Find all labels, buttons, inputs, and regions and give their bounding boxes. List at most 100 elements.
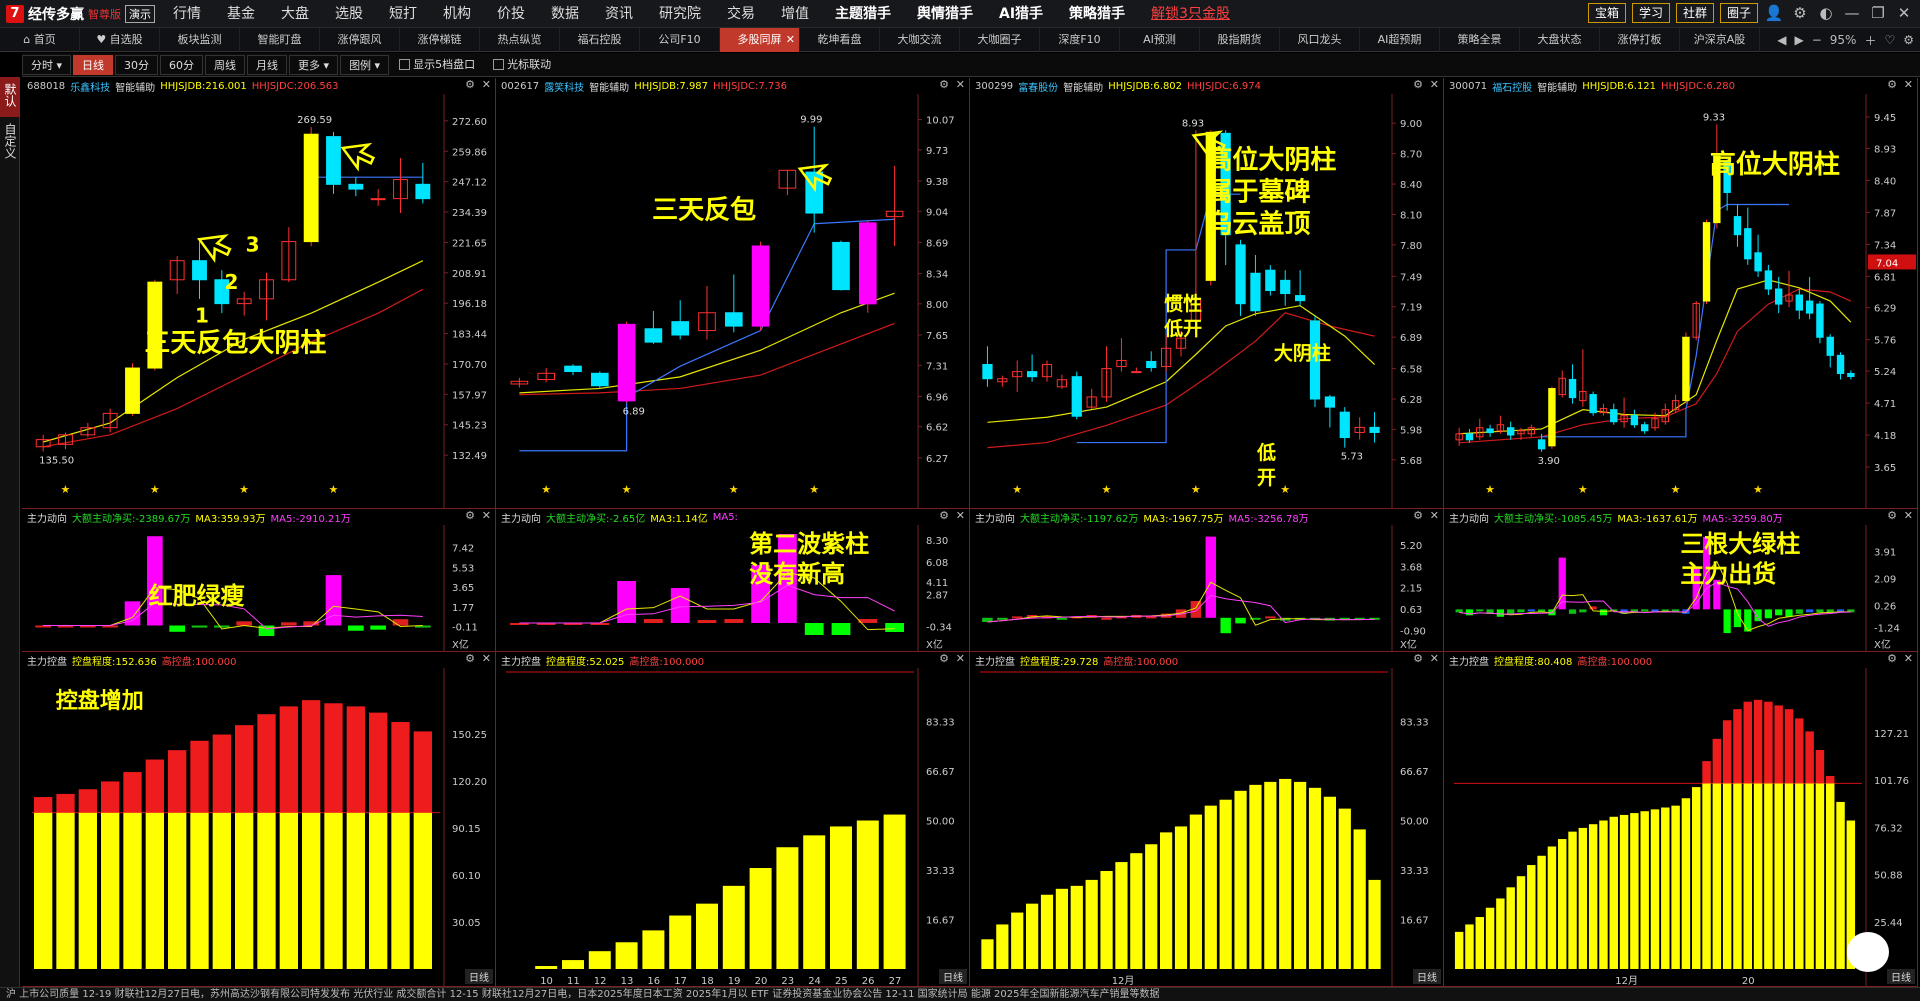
settings-icon[interactable]: ⚙: [939, 509, 949, 522]
close-tab-icon[interactable]: ✕: [786, 28, 795, 52]
control-level-pane[interactable]: 主力控盘 控盘程度:152.636 高控盘:100.000 ⚙ ✕ 150.25 120.2…: [22, 652, 496, 987]
period-button[interactable]: 更多 ▾: [289, 54, 339, 75]
day-period-button[interactable]: 日线: [1887, 969, 1915, 984]
menu-item[interactable]: 大盘: [268, 0, 322, 28]
show-order-book-checkbox[interactable]: 显示5档盘口: [391, 55, 483, 75]
close-icon[interactable]: ✕: [482, 78, 491, 91]
tab-item[interactable]: 热点纵览: [480, 27, 560, 52]
capital-flow-pane[interactable]: 主力动向 大额主动净买:-2389.67万 MA3:359.93万 MA5:-2910…: [22, 509, 496, 652]
control-level-pane[interactable]: 主力控盘 控盘程度:29.728 高控盘:100.000 ⚙ ✕ 83.33 66.67 50…: [970, 652, 1444, 987]
menu-item[interactable]: 增值: [768, 0, 822, 28]
top-button[interactable]: 圈子: [1719, 3, 1758, 23]
price-chart-pane[interactable]: 300299 富春股份 智能辅助 HHJSJDB:6.802 HHJSJDC:6.974…: [970, 78, 1444, 509]
day-period-button[interactable]: 日线: [939, 969, 967, 984]
menu-item[interactable]: 研究院: [646, 0, 714, 28]
tab-item[interactable]: 涨停梯链: [400, 27, 480, 52]
close-icon[interactable]: ✕: [1430, 78, 1439, 91]
sidebar-item-custom[interactable]: 自定义: [0, 117, 20, 169]
favorite-icon[interactable]: ♡: [1884, 33, 1895, 47]
close-icon[interactable]: ✕: [1430, 652, 1439, 665]
tab-item[interactable]: 福石控股: [560, 27, 640, 52]
menu-item[interactable]: 交易: [714, 0, 768, 28]
stock-name[interactable]: 富春股份: [1018, 79, 1058, 94]
menu-item[interactable]: 行情: [160, 0, 214, 28]
tab-item[interactable]: 策略全景: [1440, 27, 1520, 52]
minimize-icon[interactable]: —: [1842, 4, 1862, 22]
top-button[interactable]: 学习: [1631, 3, 1670, 23]
tab-item[interactable]: 大盘状态: [1520, 27, 1600, 52]
capital-flow-pane[interactable]: 主力动向 大额主动净买:-1085.45万 MA3:-1637.61万 MA5:-32…: [1444, 509, 1918, 652]
menu-item[interactable]: 舆情猎手: [904, 0, 986, 28]
assistant-mascot-icon[interactable]: [1847, 932, 1889, 972]
stock-name[interactable]: 乐鑫科技: [70, 79, 110, 94]
settings-icon[interactable]: ⚙: [1413, 509, 1423, 522]
user-icon[interactable]: 👤: [1764, 4, 1784, 22]
tab-item[interactable]: ♥ 自选股: [80, 27, 160, 52]
menu-item[interactable]: 选股: [322, 0, 376, 28]
price-chart-pane[interactable]: 300071 福石控股 智能辅助 HHJSJDB:6.121 HHJSJDC:6.280…: [1444, 78, 1918, 509]
menu-item[interactable]: 机构: [430, 0, 484, 28]
day-period-button[interactable]: 日线: [465, 969, 493, 984]
restore-icon[interactable]: ❐: [1868, 4, 1888, 22]
tab-item[interactable]: 涨停打板: [1600, 27, 1680, 52]
settings-icon[interactable]: ⚙: [939, 652, 949, 665]
settings-icon[interactable]: ⚙: [939, 78, 949, 91]
capital-flow-pane[interactable]: 主力动向 大额主动净买:-1197.62万 MA3:-1967.75万 MA5:-32…: [970, 509, 1444, 652]
settings-icon[interactable]: ⚙: [1903, 33, 1914, 47]
close-icon[interactable]: ✕: [482, 509, 491, 522]
close-icon[interactable]: ✕: [956, 652, 965, 665]
menu-item[interactable]: 短打: [376, 0, 430, 28]
tab-item[interactable]: 沪深京A股: [1680, 27, 1760, 52]
settings-icon[interactable]: ⚙: [465, 652, 475, 665]
close-icon[interactable]: ✕: [956, 78, 965, 91]
tab-item[interactable]: 大咖交流: [880, 27, 960, 52]
menu-item[interactable]: 策略猎手: [1056, 0, 1138, 28]
tab-item[interactable]: 深度F10: [1040, 27, 1120, 52]
settings-icon[interactable]: ⚙: [1413, 78, 1423, 91]
stock-name[interactable]: 露笑科技: [544, 79, 584, 94]
close-icon[interactable]: ✕: [1904, 652, 1913, 665]
cursor-link-checkbox[interactable]: 光标联动: [485, 55, 559, 75]
zoom-out-icon[interactable]: −: [1812, 33, 1822, 47]
tab-item[interactable]: 风口龙头: [1280, 27, 1360, 52]
settings-icon[interactable]: ⚙: [465, 509, 475, 522]
settings-icon[interactable]: ⚙: [465, 78, 475, 91]
capital-flow-pane[interactable]: 主力动向 大额主动净买:-2.65亿 MA3:1.14亿 MA5: ⚙ ✕ 8.30 6.08…: [496, 509, 970, 652]
close-icon[interactable]: ✕: [1430, 509, 1439, 522]
menu-item[interactable]: 基金: [214, 0, 268, 28]
day-period-button[interactable]: 日线: [1413, 969, 1441, 984]
period-button[interactable]: 60分: [160, 54, 204, 75]
close-icon[interactable]: ✕: [482, 652, 491, 665]
settings-icon[interactable]: ⚙: [1887, 78, 1897, 91]
control-level-pane[interactable]: 主力控盘 控盘程度:80.408 高控盘:100.000 ⚙ ✕ 127.21 101.76…: [1444, 652, 1918, 987]
tab-item[interactable]: 公司F10: [640, 27, 720, 52]
tab-item[interactable]: AI超预期: [1360, 27, 1440, 52]
close-icon[interactable]: ✕: [1904, 78, 1913, 91]
period-button[interactable]: 月线: [247, 54, 288, 75]
app-logo[interactable]: 7 经传多赢 智尊版 演示: [0, 4, 160, 24]
tab-item[interactable]: AI预测: [1120, 27, 1200, 52]
top-button[interactable]: 社群: [1675, 3, 1714, 23]
settings-icon[interactable]: ⚙: [1413, 652, 1423, 665]
price-chart-pane[interactable]: 688018 乐鑫科技 智能辅助 HHJSJDB:216.001 HHJSJDC:206…: [22, 78, 496, 509]
sidebar-item-default[interactable]: 默认: [0, 77, 20, 117]
price-chart-pane[interactable]: 002617 露笑科技 智能辅助 HHJSJDB:7.987 HHJSJDC:7.736…: [496, 78, 970, 509]
stock-name[interactable]: 福石控股: [1492, 79, 1532, 94]
tab-item[interactable]: 智能盯盘: [240, 27, 320, 52]
menu-item[interactable]: 资讯: [592, 0, 646, 28]
tab-item[interactable]: ⌂ 首页: [0, 27, 80, 52]
zoom-in-icon[interactable]: ＋: [1864, 32, 1876, 49]
settings-icon[interactable]: ⚙: [1790, 4, 1810, 22]
period-button[interactable]: 周线: [205, 54, 246, 75]
settings-icon[interactable]: ⚙: [1887, 652, 1897, 665]
tab-item[interactable]: 涨停跟风: [320, 27, 400, 52]
tab-item[interactable]: 乾坤看盘: [800, 27, 880, 52]
settings-icon[interactable]: ⚙: [1887, 509, 1897, 522]
period-button[interactable]: 日线: [73, 54, 114, 75]
close-icon[interactable]: ✕: [1904, 509, 1913, 522]
control-level-pane[interactable]: 主力控盘 控盘程度:52.025 高控盘:100.000 ⚙ ✕ 83.33 66.67 50…: [496, 652, 970, 987]
back-icon[interactable]: ◀: [1777, 33, 1786, 47]
menu-item[interactable]: 主题猎手: [822, 0, 904, 28]
menu-item[interactable]: AI猎手: [986, 0, 1056, 28]
tab-item[interactable]: 股指期货: [1200, 27, 1280, 52]
